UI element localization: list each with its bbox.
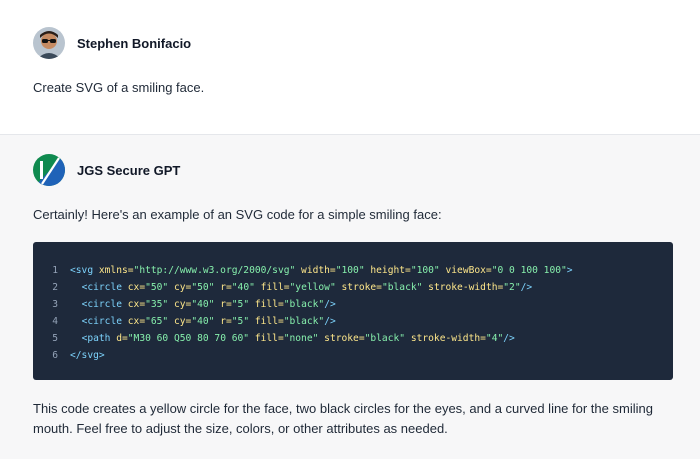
code-token: "2" — [503, 282, 521, 293]
assistant-message-block: JGS Secure GPT Certainly! Here's an exam… — [0, 135, 700, 459]
line-number: 5 — [52, 333, 58, 344]
code-token: stroke-width= — [405, 333, 486, 344]
code-token: <circle — [81, 299, 122, 310]
code-token: "black" — [364, 333, 406, 344]
line-number: 1 — [52, 265, 58, 276]
code-token: <circle — [81, 282, 122, 293]
user-name: Stephen Bonifacio — [77, 36, 192, 51]
code-token: /> — [324, 299, 336, 310]
code-token: fill= — [254, 282, 290, 293]
code-token: width= — [295, 265, 336, 276]
code-block[interactable]: 1 <svg xmlns="http://www.w3.org/2000/svg"… — [33, 242, 673, 380]
code-token: fill= — [249, 333, 284, 344]
code-line: 1 <svg xmlns="http://www.w3.org/2000/svg"… — [33, 262, 673, 279]
code-token: cy= — [168, 282, 192, 293]
assistant-outro-text: This code creates a yellow circle for th… — [33, 401, 653, 436]
code-token: stroke-width= — [422, 282, 504, 293]
code-token: "40" — [231, 282, 255, 293]
code-token: "black" — [381, 282, 423, 293]
code-token: r= — [214, 299, 232, 310]
code-token: "none" — [283, 333, 319, 344]
code-line: 4 <circle cx="65" cy="40" r="5" fill="bl… — [33, 313, 673, 330]
code-token: fill= — [249, 316, 284, 327]
code-token: cy= — [168, 316, 192, 327]
code-token: height= — [364, 265, 411, 276]
code-token: "35" — [145, 299, 169, 310]
code-token: "100" — [335, 265, 365, 276]
code-token: "M30 60 Q50 80 70 60" — [127, 333, 250, 344]
code-line: 3 <circle cx="35" cy="40" r="5" fill="bl… — [33, 296, 673, 313]
code-token: "40" — [191, 299, 215, 310]
code-token: /> — [503, 333, 515, 344]
code-line: 2 <circle cx="50" cy="50" r="40" fill="y… — [33, 279, 673, 296]
code-token: "50" — [191, 282, 215, 293]
code-token: "40" — [191, 316, 215, 327]
assistant-name: JGS Secure GPT — [77, 163, 181, 178]
code-token: "black" — [283, 316, 325, 327]
code-token: stroke= — [318, 333, 365, 344]
code-line: 6 </svg> — [33, 347, 673, 364]
code-token: r= — [214, 282, 232, 293]
code-token: "black" — [283, 299, 325, 310]
code-token: stroke= — [335, 282, 382, 293]
user-message-text: Create SVG of a smiling face. — [33, 80, 205, 95]
line-number: 2 — [52, 282, 58, 293]
code-token: "http://www.w3.org/2000/svg" — [133, 265, 296, 276]
code-token: "5" — [231, 316, 250, 327]
user-avatar — [33, 27, 65, 59]
line-number: 4 — [52, 316, 58, 327]
user-message-block: Stephen Bonifacio Create SVG of a smilin… — [0, 0, 700, 135]
code-token: "5" — [231, 299, 250, 310]
code-token: cx= — [122, 299, 146, 310]
code-token: "50" — [145, 282, 169, 293]
code-token: cx= — [122, 282, 146, 293]
code-token: /> — [520, 282, 533, 293]
code-token: xmlns= — [93, 265, 134, 276]
code-token: "0 0 100 100" — [491, 265, 567, 276]
code-token: </svg> — [70, 350, 105, 361]
assistant-logo-icon — [33, 154, 65, 186]
code-token: <path — [81, 333, 111, 344]
code-line: 5 <path d="M30 60 Q50 80 70 60" fill="no… — [33, 330, 673, 347]
code-token: cy= — [168, 299, 192, 310]
code-token: /> — [324, 316, 336, 327]
code-token: fill= — [249, 299, 284, 310]
code-token: "100" — [410, 265, 440, 276]
assistant-intro-text: Certainly! Here's an example of an SVG c… — [33, 207, 442, 222]
code-token: "4" — [485, 333, 504, 344]
code-token: > — [566, 265, 573, 276]
code-token: viewBox= — [439, 265, 492, 276]
code-token: <svg — [70, 265, 94, 276]
line-number: 6 — [52, 350, 58, 361]
code-token: d= — [110, 333, 128, 344]
code-token: <circle — [81, 316, 122, 327]
code-token: cx= — [122, 316, 146, 327]
code-token: "65" — [145, 316, 169, 327]
code-token: r= — [214, 316, 232, 327]
code-token: "yellow" — [289, 282, 336, 293]
line-number: 3 — [52, 299, 58, 310]
